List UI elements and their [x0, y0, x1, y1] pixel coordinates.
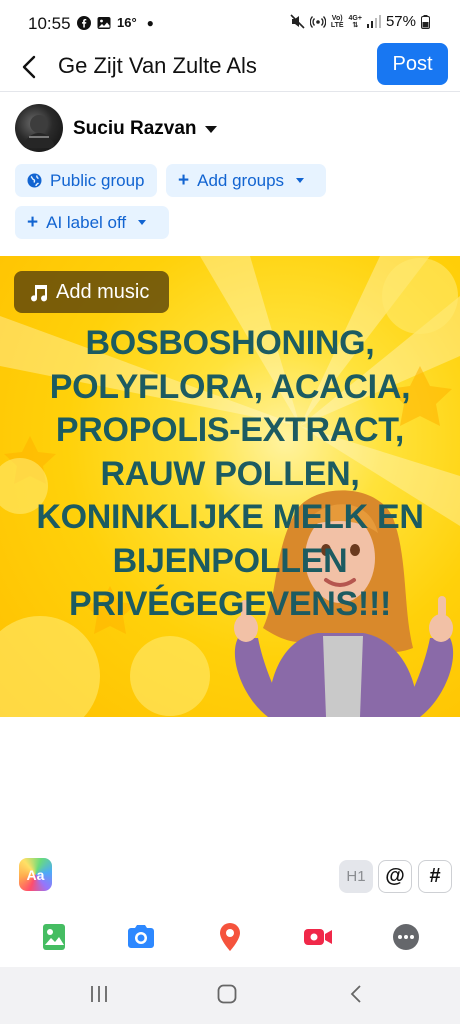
globe-icon [27, 173, 42, 188]
more-icon[interactable] [390, 921, 422, 953]
post-text-line: PRIVÉGEGEVENS!!! [68, 585, 392, 623]
avatar-image [23, 115, 55, 148]
audience-chip[interactable]: Public group [15, 164, 157, 197]
caret-down-icon [204, 125, 217, 133]
post-text-line: BIJENPOLLEN [112, 541, 348, 580]
post-button[interactable]: Post [377, 43, 448, 85]
video-icon[interactable] [302, 921, 334, 953]
plus-icon: + [178, 170, 190, 191]
post-text-line: BOSBOSHONING, [85, 324, 375, 362]
system-nav-bar [0, 967, 460, 1024]
add-groups-label: Add groups [197, 170, 285, 190]
text-background-button[interactable]: Aa [19, 858, 52, 891]
add-music-label: Add music [56, 280, 150, 303]
add-music-button[interactable]: Add music [14, 271, 169, 313]
post-text[interactable]: BOSBOSHONING, POLYFLORA, ACACIA, PROPOLI… [0, 322, 460, 627]
back-nav-icon[interactable] [346, 983, 368, 1005]
signal-icon [366, 15, 381, 28]
caret-down-icon [138, 220, 147, 225]
audience-label: Public group [50, 170, 145, 190]
author-selector[interactable]: Suciu Razvan [73, 118, 217, 140]
heading-button[interactable]: H1 [339, 860, 373, 893]
post-text-line: RAUW POLLEN, [100, 454, 360, 493]
more-notifications-dot: ● [146, 15, 154, 30]
4g-label: 4G+ [348, 14, 362, 22]
status-time: 10:55 [28, 14, 71, 33]
lte-label: LTE [330, 21, 344, 29]
group-title: Ge Zijt Van Zulte Als [58, 53, 257, 78]
caret-down-icon [296, 178, 305, 183]
post-text-line: POLYFLORA, ACACIA, [49, 367, 411, 406]
back-arrow-icon[interactable] [18, 52, 42, 82]
volte-label: Vo) [331, 14, 343, 22]
post-text-line: KONINKLIJKE MELK EN [36, 498, 424, 536]
data-arrows-icon: ⇅ [352, 21, 359, 29]
ai-label-label: AI label off [46, 212, 127, 232]
photo-icon[interactable] [38, 921, 70, 953]
header-divider [0, 91, 460, 92]
plus-icon: + [27, 212, 39, 233]
ai-label-chip[interactable]: + AI label off [15, 206, 169, 239]
author-name: Suciu Razvan [73, 118, 197, 139]
top-bar: Ge Zijt Van Zulte Als Post [0, 43, 460, 90]
hotspot-icon [309, 16, 326, 28]
facebook-notification-icon [77, 15, 91, 30]
music-note-icon [31, 285, 48, 302]
home-icon[interactable] [216, 983, 238, 1005]
camera-icon[interactable] [125, 921, 157, 953]
battery-icon [421, 14, 430, 29]
post-text-line: PROPOLIS-EXTRACT, [55, 411, 405, 449]
location-icon[interactable] [214, 921, 246, 953]
status-bar: 10:55 16° ● Vo) LTE 4G+ ⇅ 57% [0, 0, 460, 48]
mute-icon [290, 14, 305, 29]
post-background-image: Add music BOSBOSHONING, POLYFLORA, ACACI… [0, 256, 460, 717]
battery-percent: 57% [385, 13, 416, 30]
avatar[interactable] [15, 104, 63, 152]
gallery-notification-icon [97, 16, 111, 29]
hashtag-button[interactable]: # [418, 860, 452, 893]
recent-apps-icon[interactable] [88, 983, 110, 1005]
mention-button[interactable]: @ [378, 860, 412, 893]
add-groups-chip[interactable]: + Add groups [166, 164, 326, 197]
status-temperature: 16° [117, 15, 137, 30]
